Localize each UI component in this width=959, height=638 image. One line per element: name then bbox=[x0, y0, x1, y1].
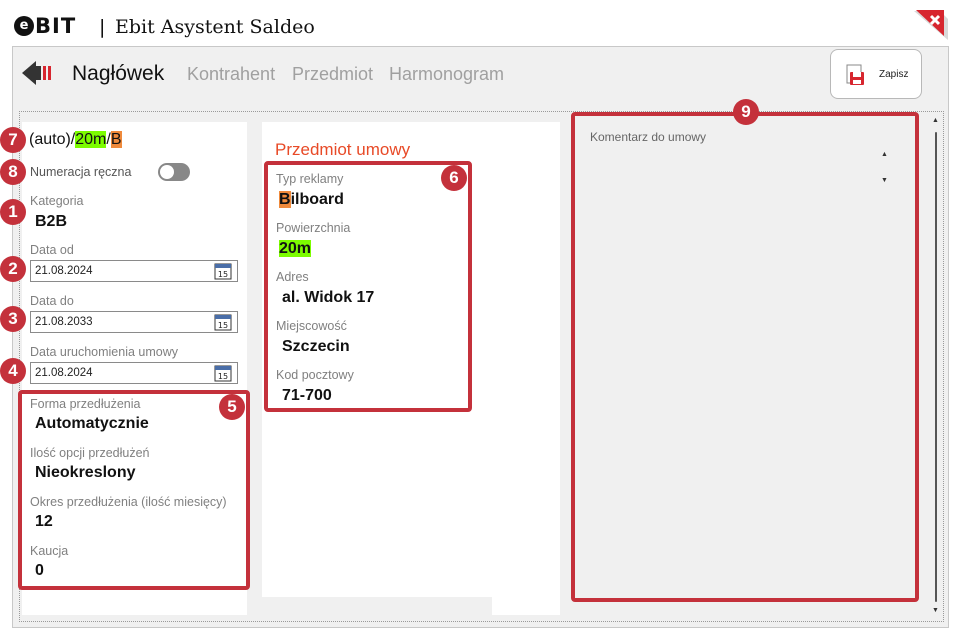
annotation-box-5 bbox=[18, 390, 250, 590]
vertical-scrollbar[interactable]: ▲ ▼ bbox=[928, 112, 944, 621]
ebit-logo: e BIT bbox=[14, 14, 77, 38]
scroll-up-icon[interactable]: ▲ bbox=[932, 116, 939, 126]
badge-9: 9 bbox=[733, 99, 759, 125]
badge-5: 5 bbox=[219, 394, 245, 420]
calendar-icon[interactable]: 15 bbox=[214, 313, 232, 331]
number-area: 20m bbox=[75, 131, 107, 148]
title-bar: e BIT | Ebit Asystent Saldeo bbox=[0, 0, 959, 44]
middle-panel-extension bbox=[492, 597, 560, 615]
svg-text:15: 15 bbox=[218, 321, 228, 330]
window-title: Ebit Asystent Saldeo bbox=[115, 16, 315, 38]
data-do-label: Data do bbox=[30, 294, 74, 308]
contract-number: (auto)/20m/B bbox=[29, 131, 122, 149]
save-button[interactable]: Zapisz bbox=[830, 49, 922, 99]
annotation-box-6 bbox=[264, 161, 472, 412]
title-separator: | bbox=[99, 16, 106, 38]
data-od-field[interactable]: 21.08.2024 15 bbox=[30, 260, 238, 282]
svg-text:15: 15 bbox=[218, 270, 228, 279]
logo-e: e bbox=[14, 16, 34, 36]
kategoria-label: Kategoria bbox=[30, 194, 84, 208]
data-od-label: Data od bbox=[30, 243, 74, 257]
badge-4: 4 bbox=[0, 358, 26, 384]
tab-przedmiot[interactable]: Przedmiot bbox=[292, 64, 373, 85]
badge-3: 3 bbox=[0, 306, 26, 332]
annotation-box-9 bbox=[571, 112, 919, 602]
data-uruchomienia-label: Data uruchomienia umowy bbox=[30, 345, 178, 359]
data-uruchomienia-value: 21.08.2024 bbox=[35, 367, 93, 379]
app-window: e BIT | Ebit Asystent Saldeo Nagłówek Ko… bbox=[0, 0, 959, 638]
badge-2: 2 bbox=[0, 256, 26, 282]
numeracja-label: Numeracja ręczna bbox=[30, 165, 132, 179]
section-title-przedmiot: Przedmiot umowy bbox=[275, 140, 411, 159]
number-type: B bbox=[110, 131, 122, 148]
badge-8: 8 bbox=[0, 159, 26, 185]
svg-text:15: 15 bbox=[218, 372, 228, 381]
kategoria-value: B2B bbox=[35, 213, 68, 230]
numeracja-toggle[interactable] bbox=[158, 163, 190, 181]
toggle-knob bbox=[160, 165, 174, 179]
tab-harmonogram[interactable]: Harmonogram bbox=[389, 64, 504, 85]
number-prefix: (auto)/ bbox=[29, 131, 76, 148]
badge-7: 7 bbox=[0, 127, 26, 153]
badge-1: 1 bbox=[0, 199, 26, 225]
data-uruchomienia-field[interactable]: 21.08.2024 15 bbox=[30, 362, 238, 384]
calendar-icon[interactable]: 15 bbox=[214, 262, 232, 280]
badge-6: 6 bbox=[441, 165, 467, 191]
tab-naglowek[interactable]: Nagłówek bbox=[72, 62, 164, 86]
logo-text: BIT bbox=[35, 14, 77, 38]
data-do-value: 21.08.2033 bbox=[35, 316, 93, 328]
data-od-value: 21.08.2024 bbox=[35, 265, 93, 277]
data-do-field[interactable]: 21.08.2033 15 bbox=[30, 311, 238, 333]
tab-kontrahent[interactable]: Kontrahent bbox=[187, 64, 275, 85]
close-icon[interactable] bbox=[914, 8, 948, 40]
save-document-icon bbox=[844, 63, 868, 87]
scroll-down-icon[interactable]: ▼ bbox=[932, 606, 939, 616]
scrollbar-thumb[interactable] bbox=[935, 132, 937, 602]
save-label: Zapisz bbox=[879, 69, 909, 80]
back-arrow-icon[interactable] bbox=[22, 59, 56, 87]
calendar-icon[interactable]: 15 bbox=[214, 364, 232, 382]
